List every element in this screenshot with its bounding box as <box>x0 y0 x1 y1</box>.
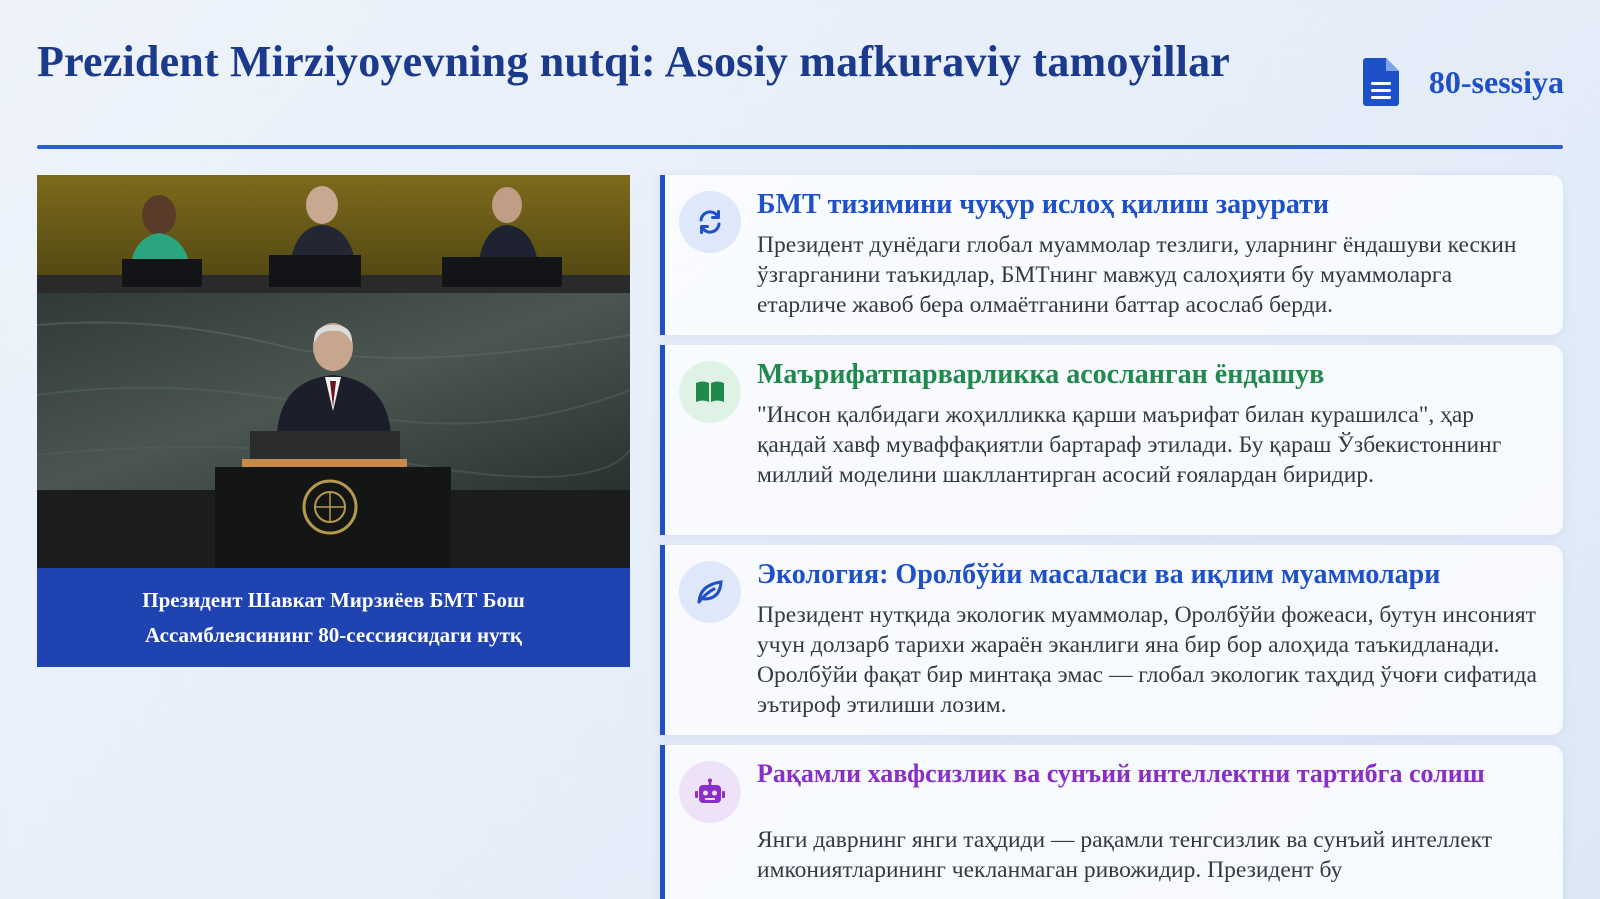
card-title: Рақамли хавфсизлик ва сунъий интеллектни… <box>757 759 1485 788</box>
leaf-icon <box>697 580 723 604</box>
card-body: Президент нутқида экологик муаммолар, Ор… <box>757 602 1537 718</box>
principle-card: Маърифатпарварликка асосланган ёндашув "… <box>660 345 1563 535</box>
open-book-icon <box>696 381 724 402</box>
card-title: Экология: Оролбўйи масаласи ва иқлим муа… <box>757 559 1441 590</box>
header-divider <box>37 145 1563 149</box>
speech-photo <box>37 175 630 568</box>
card-body: Президент дунёдаги глобал муаммолар тезл… <box>757 232 1517 318</box>
photo-panel: Президент Шавкат Мирзиёев БМТ Бош Ассамб… <box>37 175 630 667</box>
principle-card: Экология: Оролбўйи масаласи ва иқлим муа… <box>660 545 1563 735</box>
card-icon-wrap <box>679 761 741 823</box>
card-icon-wrap <box>679 361 741 423</box>
refresh-icon <box>699 210 721 234</box>
photo-caption: Президент Шавкат Мирзиёев БМТ Бош Ассамб… <box>142 587 525 647</box>
photo-caption-box: Президент Шавкат Мирзиёев БМТ Бош Ассамб… <box>37 568 630 667</box>
card-icon-wrap <box>679 561 741 623</box>
card-body: Янги даврнинг янги таҳдиди — рақамли тен… <box>757 827 1493 883</box>
card-icon-wrap <box>679 191 741 253</box>
card-title: Маърифатпарварликка асосланган ёндашув <box>757 359 1325 390</box>
robot-icon <box>695 778 725 803</box>
card-title: БМТ тизимини чуқур ислоҳ қилиш зарурати <box>757 189 1330 220</box>
principle-card: Рақамли хавфсизлик ва сунъий интеллектни… <box>660 745 1563 899</box>
card-body: "Инсон қалбидаги жоҳилликка қарши маъриф… <box>757 402 1502 488</box>
page-title: Prezident Mirziyoyevning nutqi: Asosiy m… <box>37 37 1231 86</box>
session-label: 80-sessiya <box>1428 63 1564 100</box>
session-indicator: 80-sessiya <box>1362 58 1564 106</box>
principle-card: БМТ тизимини чуқур ислоҳ қилиш зарурати … <box>660 175 1563 335</box>
principles-list: БМТ тизимини чуқур ислоҳ қилиш зарурати … <box>660 175 1563 899</box>
document-icon <box>1362 58 1399 106</box>
